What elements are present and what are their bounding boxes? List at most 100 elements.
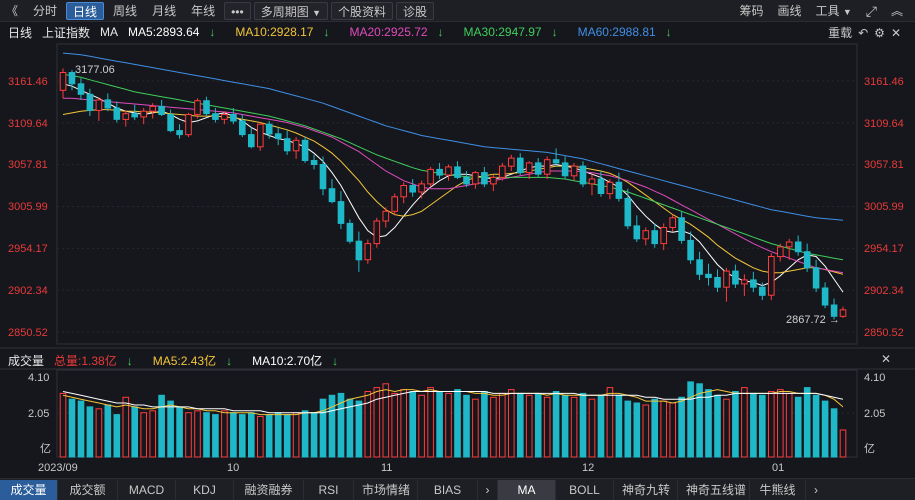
- candle-body: [400, 185, 407, 198]
- candle-body: [481, 172, 488, 185]
- candle-body: [140, 110, 147, 118]
- volume-bar: [301, 410, 309, 458]
- candle-body: [292, 139, 300, 152]
- candle-body: [131, 113, 138, 118]
- candle-body: [382, 210, 390, 222]
- price-tick-right: 2954.17: [864, 243, 904, 255]
- volume-bar: [104, 404, 112, 458]
- tab-ma[interactable]: MA: [498, 479, 556, 500]
- candle-body: [570, 165, 578, 177]
- volume-bar: [481, 391, 488, 458]
- tab-rsi[interactable]: RSI: [304, 479, 354, 500]
- candle-body: [436, 168, 443, 176]
- volume-bar: [427, 387, 434, 458]
- candle-body: [68, 72, 76, 85]
- tab-margin[interactable]: 融资融券: [234, 479, 304, 500]
- candle-body: [122, 113, 130, 120]
- candle-body: [248, 134, 255, 148]
- volume-bar: [95, 408, 103, 458]
- date-tick: 01: [772, 462, 784, 474]
- price-tick-right: 3005.99: [864, 201, 904, 213]
- candle-body: [508, 157, 515, 167]
- candle-body: [77, 83, 85, 95]
- candle-body: [588, 178, 596, 185]
- candle-body: [732, 270, 739, 285]
- candle-body: [454, 166, 461, 178]
- candle-body: [723, 270, 730, 288]
- volume-bar: [570, 396, 578, 458]
- volume-bar: [391, 392, 398, 458]
- price-tick-right: 3057.81: [864, 159, 904, 171]
- tab-bias[interactable]: BIAS: [418, 479, 478, 500]
- volume-bar: [624, 400, 632, 458]
- tab-macd[interactable]: MACD: [118, 479, 176, 500]
- candle-body: [651, 230, 659, 245]
- volume-tick-left: 亿: [40, 442, 51, 455]
- tab-boll[interactable]: BOLL: [556, 479, 614, 500]
- date-tick: 11: [381, 462, 392, 474]
- volume-bar: [651, 398, 659, 458]
- tab-magic-nine[interactable]: 神奇九转: [614, 479, 678, 500]
- volume-bar: [472, 398, 479, 458]
- candle-body: [687, 239, 694, 261]
- candle-body: [427, 168, 434, 185]
- candle-body: [257, 123, 264, 148]
- candle-body: [346, 222, 354, 242]
- ma30-line: [62, 73, 844, 261]
- volume-bar: [77, 400, 85, 458]
- tab-magic-five[interactable]: 神奇五线谱: [678, 479, 750, 500]
- candle-body: [750, 279, 757, 288]
- price-tick-right: 2902.34: [864, 285, 904, 297]
- tab-kdj[interactable]: KDJ: [176, 479, 234, 500]
- volume-bar: [176, 406, 183, 458]
- volume-bar: [561, 394, 569, 458]
- tab-volume[interactable]: 成交量: [0, 479, 58, 500]
- volume-bar: [588, 398, 596, 458]
- tab-sentiment[interactable]: 市场情绪: [354, 479, 418, 500]
- candle-body: [561, 162, 569, 177]
- volume-bar: [319, 398, 327, 458]
- candle-body: [741, 279, 748, 285]
- price-tick-left: 3057.81: [8, 159, 48, 171]
- volume-bar: [741, 387, 748, 458]
- volume-bar: [812, 394, 820, 458]
- volume-bar: [821, 400, 829, 458]
- volume-bar: [454, 389, 461, 458]
- price-tick-right: 3109.64: [864, 118, 904, 130]
- volume-bar: [122, 396, 130, 458]
- candle-body: [203, 100, 210, 115]
- tabs2-next-icon[interactable]: ›: [806, 480, 826, 500]
- candle-body: [597, 178, 605, 194]
- volume-bar: [615, 394, 623, 458]
- tab-bull-bear[interactable]: 牛熊线: [750, 479, 806, 500]
- candle-body: [579, 165, 587, 185]
- volume-bar: [68, 398, 76, 458]
- volume-bar: [777, 389, 784, 458]
- candle-body: [319, 164, 327, 190]
- candle-body: [212, 113, 219, 120]
- volume-bar: [212, 414, 219, 458]
- kline-chart[interactable]: 3161.46 3109.64 3057.81 3005.99 2954.17 …: [0, 0, 915, 478]
- volume-bar: [328, 394, 336, 458]
- candle-body: [669, 217, 677, 229]
- volume-bar: [830, 408, 838, 458]
- volume-tick-right: 4.10: [864, 372, 885, 384]
- volume-bar: [499, 392, 506, 458]
- candle-body: [552, 159, 560, 164]
- tab-turnover[interactable]: 成交额: [58, 479, 118, 500]
- volume-bar: [149, 410, 156, 458]
- volume-bar: [203, 412, 210, 458]
- volume-bar: [418, 394, 425, 458]
- volume-bar: [86, 406, 94, 458]
- volume-bar: [705, 389, 712, 458]
- candle-body: [803, 251, 811, 269]
- candle-body: [678, 217, 685, 241]
- volume-bar: [59, 392, 67, 458]
- volume-bar: [714, 394, 721, 458]
- volume-bar: [543, 396, 551, 458]
- tabs-next-icon[interactable]: ›: [478, 479, 498, 500]
- price-tick-left: 2902.34: [8, 285, 48, 297]
- candle-body: [176, 130, 183, 136]
- candle-body: [265, 123, 273, 135]
- volume-bar: [158, 394, 165, 458]
